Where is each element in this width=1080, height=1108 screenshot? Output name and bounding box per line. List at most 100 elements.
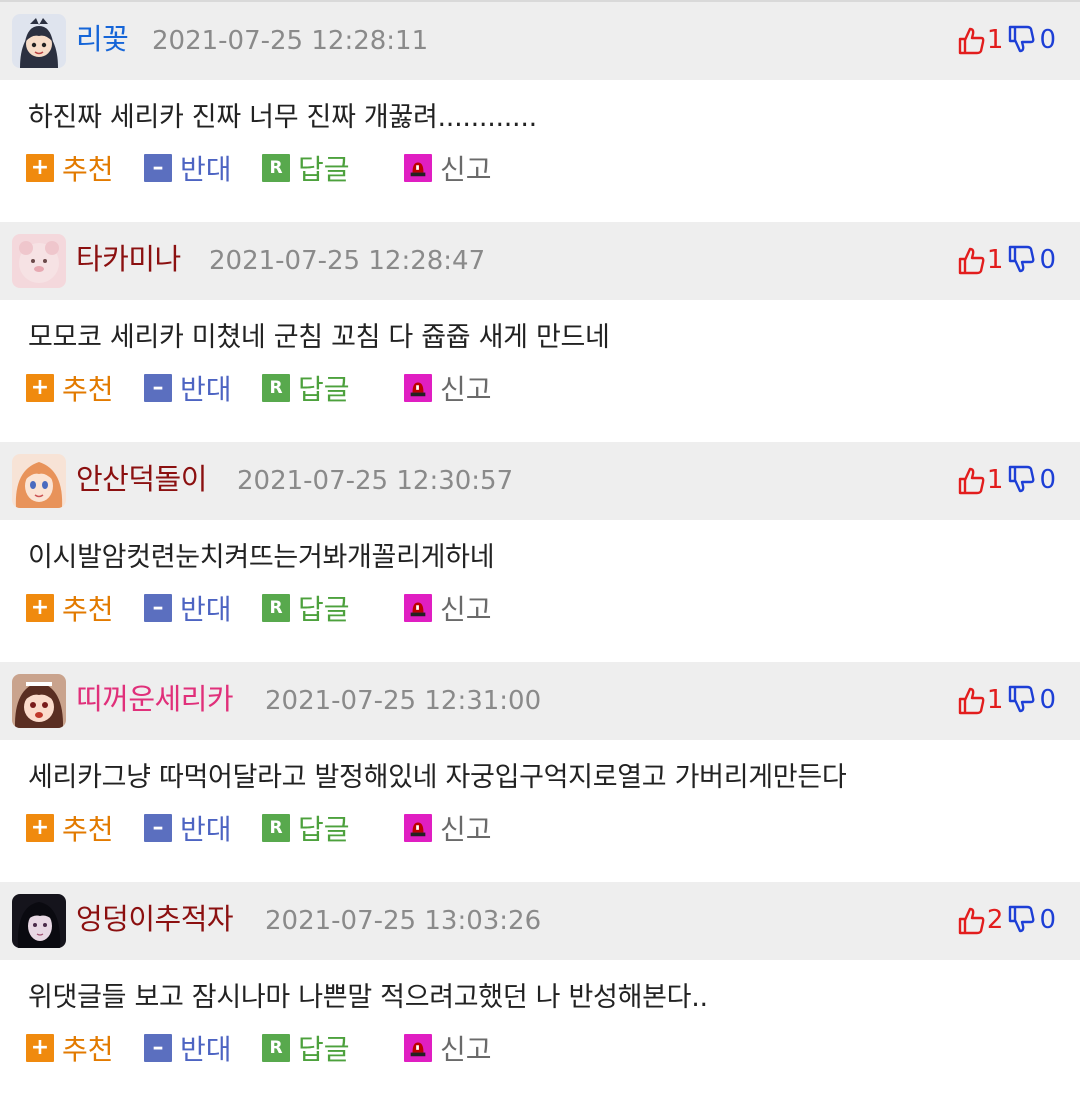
oppose-label: 반대 (180, 813, 232, 846)
minus-icon: – (144, 814, 172, 842)
reply-label: 답글 (298, 593, 350, 626)
comment-text: 이시발암컷련눈치켜뜨는거봐개꼴리게하네 (28, 542, 495, 573)
upvote-count: 1 (986, 25, 1004, 55)
plus-icon: + (26, 814, 54, 842)
vote-counts: 1 0 (957, 240, 1056, 280)
comment-text: 세리카그냥 따먹어달라고 발정해있네 자궁입구억지로열고 가버리게만든다 (28, 762, 847, 793)
reply-button[interactable]: R 답글 (262, 588, 404, 628)
report-button[interactable]: 신고 (404, 368, 492, 408)
reply-button[interactable]: R 답글 (262, 1028, 404, 1068)
downvote-count: 0 (1039, 245, 1056, 275)
comment-actions: + 추천 – 반대 R 답글 신고 (26, 146, 492, 190)
comment-text: 모모코 세리카 미쳤네 군침 꼬침 다 쥽쥽 새게 만드네 (28, 322, 610, 353)
thumbs-up-icon (957, 245, 985, 275)
author-name[interactable]: 띠꺼운세리카 (76, 679, 234, 719)
minus-icon: – (144, 154, 172, 182)
downvote-count: 0 (1039, 685, 1056, 715)
upvote-count: 1 (986, 245, 1004, 275)
oppose-button[interactable]: – 반대 (144, 808, 262, 848)
report-label: 신고 (440, 1033, 492, 1066)
author-name[interactable]: 엉덩이추적자 (76, 899, 234, 939)
author-name[interactable]: 안산덕돌이 (76, 459, 207, 499)
comment-header: 타카미나 2021-07-25 12:28:47 1 0 (0, 222, 1080, 300)
siren-icon (404, 594, 432, 622)
downvote-count: 0 (1039, 465, 1056, 495)
reply-label: 답글 (298, 813, 350, 846)
avatar[interactable] (12, 674, 66, 728)
recommend-button[interactable]: + 추천 (26, 368, 144, 408)
comment-header: 엉덩이추적자 2021-07-25 13:03:26 2 0 (0, 882, 1080, 960)
oppose-button[interactable]: – 반대 (144, 1028, 262, 1068)
comment-header: 띠꺼운세리카 2021-07-25 12:31:00 1 0 (0, 662, 1080, 740)
oppose-button[interactable]: – 반대 (144, 588, 262, 628)
plus-icon: + (26, 374, 54, 402)
comment-actions: + 추천 – 반대 R 답글 신고 (26, 1026, 492, 1070)
comment-date: 2021-07-25 12:28:47 (209, 246, 486, 276)
upvote-count: 1 (986, 465, 1004, 495)
report-button[interactable]: 신고 (404, 1028, 492, 1068)
recommend-label: 추천 (62, 373, 114, 406)
reply-icon: R (262, 374, 290, 402)
reply-button[interactable]: R 답글 (262, 368, 404, 408)
avatar[interactable] (12, 454, 66, 508)
vote-counts: 1 0 (957, 20, 1056, 60)
thumbs-down-icon (1007, 245, 1035, 275)
plus-icon: + (26, 154, 54, 182)
reply-button[interactable]: R 답글 (262, 148, 404, 188)
recommend-button[interactable]: + 추천 (26, 1028, 144, 1068)
reply-button[interactable]: R 답글 (262, 808, 404, 848)
recommend-button[interactable]: + 추천 (26, 588, 144, 628)
plus-icon: + (26, 1034, 54, 1062)
author-name[interactable]: 타카미나 (76, 239, 181, 279)
comment-actions: + 추천 – 반대 R 답글 신고 (26, 366, 492, 410)
thumbs-down-icon (1007, 465, 1035, 495)
recommend-label: 추천 (62, 593, 114, 626)
recommend-button[interactable]: + 추천 (26, 808, 144, 848)
recommend-button[interactable]: + 추천 (26, 148, 144, 188)
siren-icon (404, 154, 432, 182)
oppose-label: 반대 (180, 153, 232, 186)
reply-icon: R (262, 814, 290, 842)
report-label: 신고 (440, 153, 492, 186)
recommend-label: 추천 (62, 813, 114, 846)
comment-item: 타카미나 2021-07-25 12:28:47 1 0 모모코 세리카 미쳤네… (0, 222, 1080, 442)
recommend-label: 추천 (62, 1033, 114, 1066)
comment-item: 안산덕돌이 2021-07-25 12:30:57 1 0 이시발암컷련눈치켜뜨… (0, 442, 1080, 662)
report-button[interactable]: 신고 (404, 808, 492, 848)
thumbs-up-icon (957, 465, 985, 495)
comment-date: 2021-07-25 12:30:57 (237, 466, 514, 496)
report-label: 신고 (440, 593, 492, 626)
comment-date: 2021-07-25 13:03:26 (265, 906, 542, 936)
reply-label: 답글 (298, 373, 350, 406)
reply-icon: R (262, 154, 290, 182)
reply-icon: R (262, 1034, 290, 1062)
plus-icon: + (26, 594, 54, 622)
avatar[interactable] (12, 894, 66, 948)
minus-icon: – (144, 374, 172, 402)
minus-icon: – (144, 594, 172, 622)
comment-header: 안산덕돌이 2021-07-25 12:30:57 1 0 (0, 442, 1080, 520)
avatar[interactable] (12, 14, 66, 68)
thumbs-up-icon (957, 685, 985, 715)
comment-date: 2021-07-25 12:31:00 (265, 686, 542, 716)
reply-label: 답글 (298, 1033, 350, 1066)
recommend-label: 추천 (62, 153, 114, 186)
report-button[interactable]: 신고 (404, 588, 492, 628)
downvote-count: 0 (1039, 905, 1056, 935)
oppose-button[interactable]: – 반대 (144, 148, 262, 188)
oppose-button[interactable]: – 반대 (144, 368, 262, 408)
vote-counts: 1 0 (957, 460, 1056, 500)
siren-icon (404, 814, 432, 842)
thumbs-up-icon (957, 905, 985, 935)
comment-actions: + 추천 – 반대 R 답글 신고 (26, 806, 492, 850)
report-label: 신고 (440, 373, 492, 406)
downvote-count: 0 (1039, 25, 1056, 55)
report-label: 신고 (440, 813, 492, 846)
siren-icon (404, 1034, 432, 1062)
comment-actions: + 추천 – 반대 R 답글 신고 (26, 586, 492, 630)
report-button[interactable]: 신고 (404, 148, 492, 188)
avatar[interactable] (12, 234, 66, 288)
author-name[interactable]: 리꽃 (76, 19, 129, 59)
thumbs-down-icon (1007, 685, 1035, 715)
thumbs-down-icon (1007, 25, 1035, 55)
